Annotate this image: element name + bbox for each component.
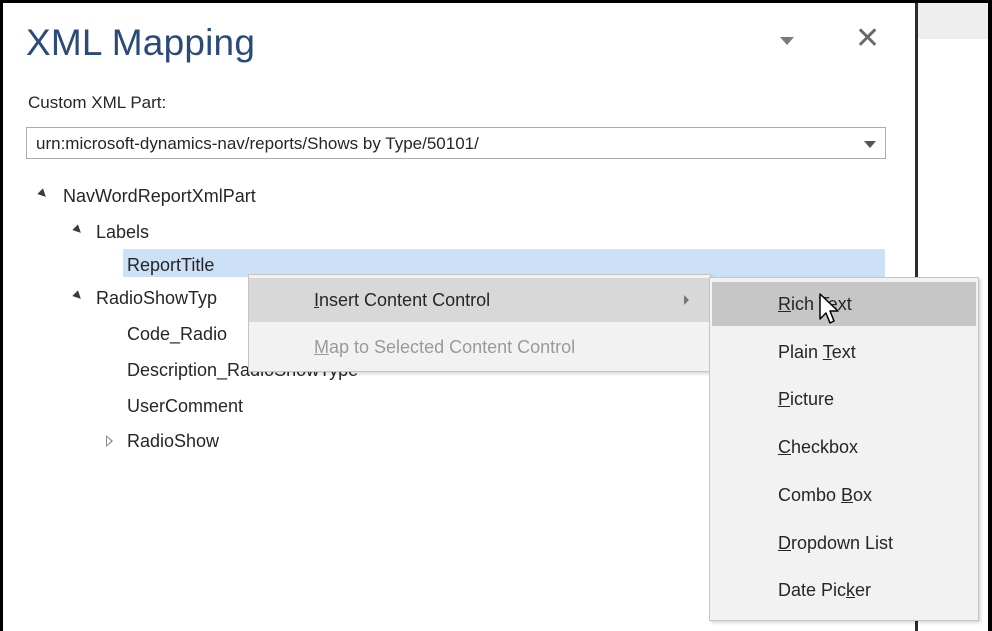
tree-node-label: UserComment <box>127 396 244 416</box>
pane-title: XML Mapping <box>26 22 256 63</box>
tree-node-label: Labels <box>96 222 150 242</box>
collapse-triangle-icon[interactable] <box>37 188 49 200</box>
menu-item-label: Plain Text <box>778 342 856 362</box>
menu-item-insert-content-control[interactable]: Insert Content Control <box>249 278 710 322</box>
insert-content-control-submenu: Rich Text Plain Text Picture Checkbox Co… <box>709 277 979 621</box>
menu-item-label: Map to Selected Content Control <box>314 337 576 357</box>
menu-item-label: Dropdown List <box>778 533 894 553</box>
document-ruler-strip <box>918 3 988 39</box>
submenu-item-plain-text[interactable]: Plain Text <box>712 330 976 374</box>
selected-row-highlight <box>123 249 885 277</box>
submenu-item-date-picker[interactable]: Date Picker <box>712 568 976 612</box>
menu-item-label: Checkbox <box>778 437 859 457</box>
custom-xml-part-value: urn:microsoft-dynamics-nav/reports/Shows… <box>36 134 479 153</box>
tree-node-label: NavWordReportXmlPart <box>63 186 256 206</box>
pane-options-dropdown-icon[interactable] <box>780 37 794 45</box>
submenu-item-picture[interactable]: Picture <box>712 377 976 421</box>
context-menu: Insert Content Control Map to Selected C… <box>248 274 711 372</box>
submenu-arrow-icon <box>684 295 689 305</box>
collapse-triangle-icon[interactable] <box>72 290 84 302</box>
collapse-triangle-icon[interactable] <box>72 224 84 236</box>
tree-node-label: RadioShowTyp <box>96 288 218 308</box>
tree-node-label: Code_Radio <box>127 324 228 344</box>
submenu-item-dropdown-list[interactable]: Dropdown List <box>712 521 976 565</box>
close-icon[interactable]: ✕ <box>855 24 880 54</box>
menu-item-label: Picture <box>778 389 835 409</box>
menu-item-label: Combo Box <box>778 485 873 505</box>
menu-item-map-to-selected: Map to Selected Content Control <box>249 325 710 369</box>
chevron-down-icon[interactable] <box>864 141 876 148</box>
submenu-item-rich-text[interactable]: Rich Text <box>712 282 976 326</box>
submenu-item-combo-box[interactable]: Combo Box <box>712 473 976 517</box>
frame-right-border <box>988 0 992 631</box>
custom-xml-part-select[interactable]: urn:microsoft-dynamics-nav/reports/Shows… <box>26 127 886 159</box>
expand-triangle-icon[interactable] <box>106 435 113 447</box>
menu-item-label: Date Picker <box>778 580 872 600</box>
custom-xml-part-label: Custom XML Part: <box>28 93 167 112</box>
submenu-item-checkbox[interactable]: Checkbox <box>712 425 976 469</box>
menu-item-label: Rich Text <box>778 294 852 314</box>
menu-item-label: Insert Content Control <box>314 290 491 310</box>
tree-node-label: RadioShow <box>127 431 220 451</box>
tree-node-label: ReportTitle <box>127 255 215 275</box>
